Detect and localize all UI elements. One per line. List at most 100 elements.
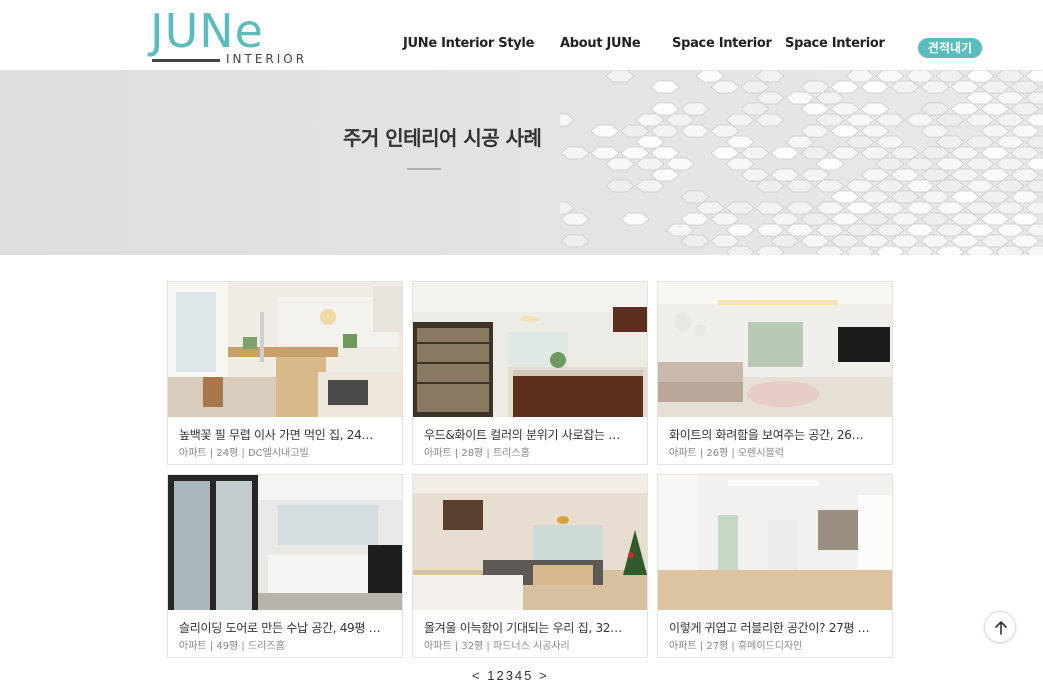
page-title: 주거 인테리어 시공 사례 xyxy=(343,126,542,150)
scroll-top-button[interactable] xyxy=(984,611,1016,643)
quote-button[interactable]: 견적내기 xyxy=(918,38,982,58)
banner-hexagon xyxy=(755,201,785,215)
banner-hexagon xyxy=(815,179,845,193)
nav-item-space-interior-2[interactable]: Space Interior xyxy=(785,36,885,51)
pagination-page[interactable]: 4 xyxy=(515,668,524,683)
pagination-page[interactable]: 2 xyxy=(496,668,505,683)
banner-hexagon xyxy=(770,146,800,160)
banner-hexagon xyxy=(830,234,860,248)
card-title[interactable]: 우드&화이트 컬러의 분위기 사로잡는 … xyxy=(424,426,636,443)
banner-hexagon xyxy=(740,168,770,182)
banner-hexagon xyxy=(680,190,710,204)
portfolio-card[interactable]: 슬리이딩 도어로 만든 수납 공간, 49평 … 아파트 | 49평 | 드리즈… xyxy=(167,474,403,658)
banner-hexagon xyxy=(560,146,590,160)
banner-hexagon xyxy=(710,234,740,248)
card-title[interactable]: 슬리이딩 도어로 만든 수납 공간, 49평 … xyxy=(179,619,391,636)
banner-hexagon xyxy=(830,124,860,138)
portfolio-card[interactable]: 높백꽃 필 무렵 이사 가면 먹인 집, 24… 아파트 | 24평 | DC엘… xyxy=(167,281,403,465)
banner-hexagon xyxy=(1025,179,1043,193)
sliding-door-room-photo xyxy=(168,475,402,610)
banner-hexagon xyxy=(920,190,950,204)
banner-hexagon xyxy=(740,80,770,94)
banner-hexagon xyxy=(1025,201,1043,215)
banner-hexagon xyxy=(815,113,845,127)
banner-hexagon xyxy=(740,146,770,160)
banner-hexagon xyxy=(995,201,1025,215)
banner-hexagon xyxy=(860,80,890,94)
logo-subtext: INTERIOR xyxy=(226,52,308,66)
banner-hexagon xyxy=(755,91,785,105)
card-title[interactable]: 이렇게 귀엽고 러블리한 공간이? 27평 … xyxy=(669,619,881,636)
banner-hexagon xyxy=(935,223,965,237)
banner-hexagon xyxy=(965,91,995,105)
banner-hexagon xyxy=(965,70,995,83)
nav-item-interior-style[interactable]: JUNe Interior Style xyxy=(403,36,534,51)
banner-hexagon xyxy=(860,212,890,226)
banner-hexagon xyxy=(875,157,905,171)
banner-hexagon xyxy=(965,201,995,215)
pagination-prev[interactable]: < xyxy=(472,668,482,683)
banner-hexagon xyxy=(980,146,1010,160)
portfolio-card[interactable]: 이렇게 귀엽고 러블리한 공간이? 27평 … 아파트 | 27평 | 휴메이드… xyxy=(657,474,893,658)
banner-hexagon xyxy=(875,201,905,215)
banner-hexagon xyxy=(920,212,950,226)
banner-hexagon xyxy=(605,157,635,171)
hexagon-pattern xyxy=(545,70,1043,255)
banner-hexagon xyxy=(620,124,650,138)
banner-hexagon xyxy=(560,234,590,248)
pagination: < 12345 > xyxy=(472,668,549,686)
card-title[interactable]: 높백꽃 필 무렵 이사 가면 먹인 집, 24… xyxy=(179,426,391,443)
banner-hexagon xyxy=(980,102,1010,116)
banner-hexagon xyxy=(950,190,980,204)
portfolio-card[interactable]: 올겨울 이늑함이 기대되는 우리 집, 32… 아파트 | 32평 | 파드너스… xyxy=(412,474,648,658)
banner-hexagon xyxy=(845,179,875,193)
banner-hexagon xyxy=(635,135,665,149)
banner-hexagon xyxy=(890,146,920,160)
card-title[interactable]: 화이트의 화려함을 보여주는 공간, 26… xyxy=(669,426,881,443)
banner-hexagon xyxy=(635,157,665,171)
banner-hexagon xyxy=(995,135,1025,149)
banner-hexagon xyxy=(935,135,965,149)
card-title[interactable]: 올겨울 이늑함이 기대되는 우리 집, 32… xyxy=(424,619,636,636)
banner-hexagon xyxy=(845,135,875,149)
portfolio-card[interactable]: 화이트의 화려함을 보여주는 공간, 26… 아파트 | 26평 | 오렌시블럭 xyxy=(657,281,893,465)
banner-hexagon xyxy=(830,190,860,204)
nav-item-about[interactable]: About JUNe xyxy=(560,36,641,51)
kitchen-dining-room-photo xyxy=(168,282,402,417)
banner-hexagon xyxy=(890,80,920,94)
banner-hexagon xyxy=(875,135,905,149)
pagination-page[interactable]: 5 xyxy=(524,668,533,683)
banner-hexagon xyxy=(815,91,845,105)
banner-hexagon xyxy=(785,135,815,149)
banner-hexagon xyxy=(980,234,1010,248)
banner-hexagon xyxy=(680,102,710,116)
banner-hexagon xyxy=(1025,91,1043,105)
banner-hexagon xyxy=(920,124,950,138)
banner-hexagon xyxy=(935,113,965,127)
portfolio-card[interactable]: 우드&화이트 컬러의 분위기 사로잡는 … 아파트 | 28평 | 트리스홈 xyxy=(412,281,648,465)
banner-hexagon xyxy=(770,212,800,226)
cozy-living-room-photo xyxy=(413,475,647,610)
pagination-next[interactable]: > xyxy=(539,668,549,683)
banner-hexagon xyxy=(860,190,890,204)
banner-hexagon xyxy=(905,70,935,83)
banner-hexagon xyxy=(695,201,725,215)
banner-hexagon xyxy=(905,223,935,237)
banner-hexagon xyxy=(950,168,980,182)
nav-item-space-interior-1[interactable]: Space Interior xyxy=(672,36,772,51)
banner-hexagon xyxy=(995,179,1025,193)
banner-hexagon xyxy=(845,113,875,127)
banner-hexagon xyxy=(800,102,830,116)
banner-hexagon xyxy=(905,113,935,127)
arrow-up-icon xyxy=(995,621,1007,635)
banner-hexagon xyxy=(905,179,935,193)
banner-hexagon xyxy=(980,190,1010,204)
card-meta: 아파트 | 28평 | 트리스홈 xyxy=(424,448,530,459)
banner-hexagon xyxy=(1025,135,1043,149)
banner-hexagon xyxy=(995,157,1025,171)
pagination-page[interactable]: 3 xyxy=(506,668,515,683)
banner-hexagon xyxy=(725,157,755,171)
banner-hexagon xyxy=(965,179,995,193)
banner-hexagon xyxy=(785,179,815,193)
banner-hexagon xyxy=(800,80,830,94)
